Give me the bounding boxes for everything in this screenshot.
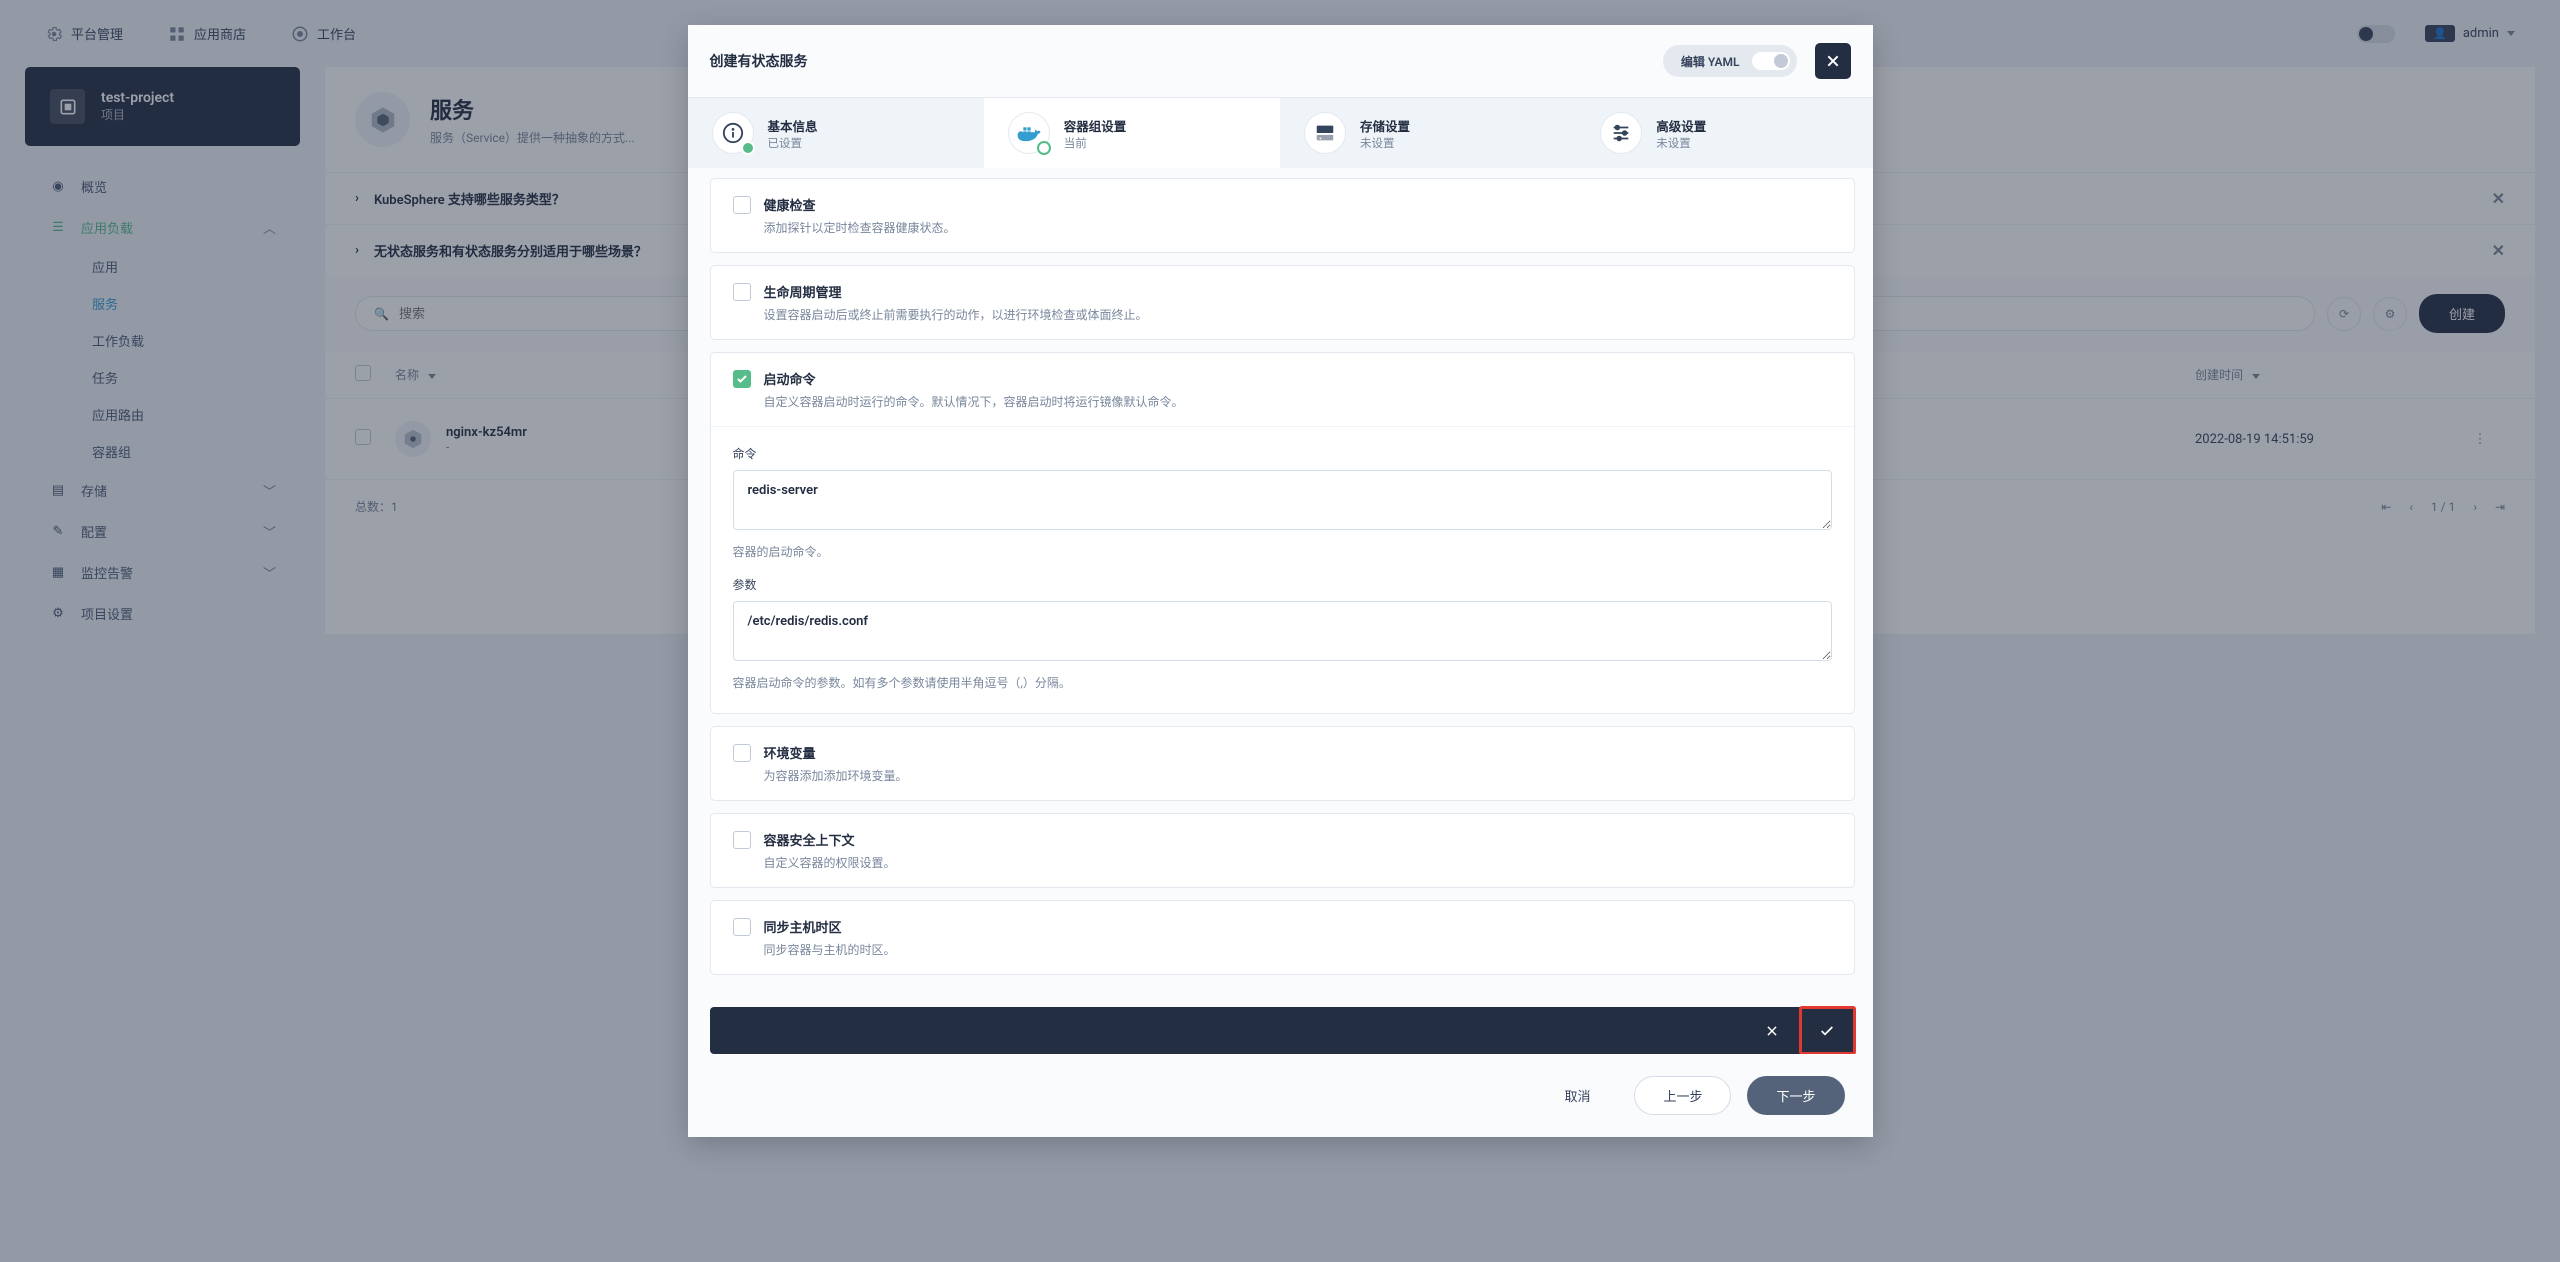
step-1-title: 基本信息: [768, 116, 818, 135]
checkbox[interactable]: [733, 918, 751, 936]
checkbox[interactable]: [733, 283, 751, 301]
yaml-label: 编辑 YAML: [1681, 53, 1740, 70]
close-icon: [1825, 53, 1841, 69]
card-security-context[interactable]: 容器安全上下文 自定义容器的权限设置。: [710, 813, 1855, 888]
step-2-sub: 当前: [1064, 135, 1127, 151]
command-label: 命令: [733, 445, 1832, 462]
next-button[interactable]: 下一步: [1747, 1076, 1844, 1115]
modal-title: 创建有状态服务: [710, 51, 808, 71]
env-desc: 为容器添加添加环境变量。: [764, 767, 1832, 784]
step-storage-settings[interactable]: 存储设置 未设置: [1280, 98, 1576, 168]
card-lifecycle[interactable]: 生命周期管理 设置容器启动后或终止前需要执行的动作，以进行环境检查或体面终止。: [710, 265, 1855, 340]
confirm-ok-button[interactable]: [1800, 1007, 1855, 1054]
command-input[interactable]: [733, 470, 1832, 530]
yaml-toggle[interactable]: 编辑 YAML: [1663, 45, 1797, 77]
close-button[interactable]: [1815, 43, 1851, 79]
modal-body[interactable]: 健康检查 添加探针以定时检查容器健康状态。 生命周期管理 设置容器启动后或终止前…: [688, 168, 1873, 997]
step-basic-info[interactable]: 基本信息 已设置: [688, 98, 984, 168]
tz-desc: 同步容器与主机的时区。: [764, 941, 1832, 958]
sliders-icon: [1600, 112, 1642, 154]
check-icon: [736, 373, 748, 385]
step-2-title: 容器组设置: [1064, 116, 1127, 135]
checkbox-checked[interactable]: [733, 370, 751, 388]
modal-header: 创建有状态服务 编辑 YAML: [688, 25, 1873, 98]
cancel-button[interactable]: 取消: [1536, 1077, 1618, 1114]
lifecycle-desc: 设置容器启动后或终止前需要执行的动作，以进行环境检查或体面终止。: [764, 306, 1832, 323]
check-icon: [1819, 1023, 1835, 1039]
start-desc: 自定义容器启动时运行的命令。默认情况下，容器启动时将运行镜像默认命令。: [764, 393, 1832, 410]
toggle-switch[interactable]: [1752, 52, 1790, 70]
confirm-cancel-button[interactable]: [1745, 1007, 1800, 1054]
prev-button[interactable]: 上一步: [1634, 1076, 1731, 1115]
card-env-vars[interactable]: 环境变量 为容器添加添加环境变量。: [710, 726, 1855, 801]
docker-icon: [1008, 112, 1050, 154]
args-label: 参数: [733, 576, 1832, 593]
args-help: 容器启动命令的参数。如有多个参数请使用半角逗号（,）分隔。: [733, 674, 1832, 691]
info-icon: [712, 112, 754, 154]
step-4-title: 高级设置: [1656, 116, 1706, 135]
start-title: 启动命令: [764, 369, 1832, 388]
command-help: 容器的启动命令。: [733, 543, 1832, 560]
confirm-bar: [710, 1007, 1855, 1054]
args-input[interactable]: [733, 601, 1832, 661]
step-4-sub: 未设置: [1656, 135, 1706, 151]
step-container-settings[interactable]: 容器组设置 当前: [984, 98, 1280, 168]
health-title: 健康检查: [764, 195, 1832, 214]
card-health-check[interactable]: 健康检查 添加探针以定时检查容器健康状态。: [710, 178, 1855, 253]
step-3-title: 存储设置: [1360, 116, 1410, 135]
tz-title: 同步主机时区: [764, 917, 1832, 936]
card-start-command: 启动命令 自定义容器启动时运行的命令。默认情况下，容器启动时将运行镜像默认命令。…: [710, 352, 1855, 714]
storage-icon: [1304, 112, 1346, 154]
step-tabs: 基本信息 已设置 容器组设置 当前 存储设置: [688, 98, 1873, 168]
health-desc: 添加探针以定时检查容器健康状态。: [764, 219, 1832, 236]
close-icon: [1765, 1024, 1779, 1038]
card-sync-timezone[interactable]: 同步主机时区 同步容器与主机的时区。: [710, 900, 1855, 975]
lifecycle-title: 生命周期管理: [764, 282, 1832, 301]
modal-overlay: 创建有状态服务 编辑 YAML 基本信息 已设置: [0, 0, 2560, 1262]
checkbox[interactable]: [733, 831, 751, 849]
sec-title: 容器安全上下文: [764, 830, 1832, 849]
modal: 创建有状态服务 编辑 YAML 基本信息 已设置: [688, 25, 1873, 1137]
modal-footer: 取消 上一步 下一步: [688, 1054, 1873, 1137]
step-1-sub: 已设置: [768, 135, 818, 151]
sec-desc: 自定义容器的权限设置。: [764, 854, 1832, 871]
step-3-sub: 未设置: [1360, 135, 1410, 151]
checkbox[interactable]: [733, 744, 751, 762]
checkbox[interactable]: [733, 196, 751, 214]
env-title: 环境变量: [764, 743, 1832, 762]
step-advanced-settings[interactable]: 高级设置 未设置: [1576, 98, 1872, 168]
